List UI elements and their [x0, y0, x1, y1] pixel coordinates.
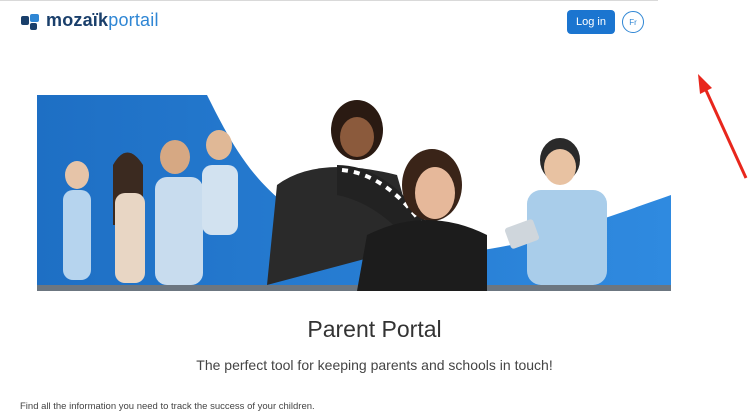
mozaik-logo[interactable]: mozaïkportail: [20, 10, 159, 31]
language-toggle-button[interactable]: Fr: [622, 11, 644, 33]
login-button[interactable]: Log in: [567, 10, 615, 34]
logo-bold: mozaïk: [46, 10, 109, 30]
mozaik-logo-icon: [21, 13, 39, 30]
hero-banner-image: [37, 95, 671, 291]
header-divider: [0, 0, 658, 1]
info-text: Find all the information you need to tra…: [20, 401, 315, 412]
page-title: Parent Portal: [307, 316, 442, 342]
logo-light: portail: [108, 10, 159, 30]
page-subtitle: The perfect tool for keeping parents and…: [196, 357, 553, 373]
annotation-arrow-icon: [698, 74, 748, 179]
logo-text: mozaïkportail: [46, 10, 159, 31]
